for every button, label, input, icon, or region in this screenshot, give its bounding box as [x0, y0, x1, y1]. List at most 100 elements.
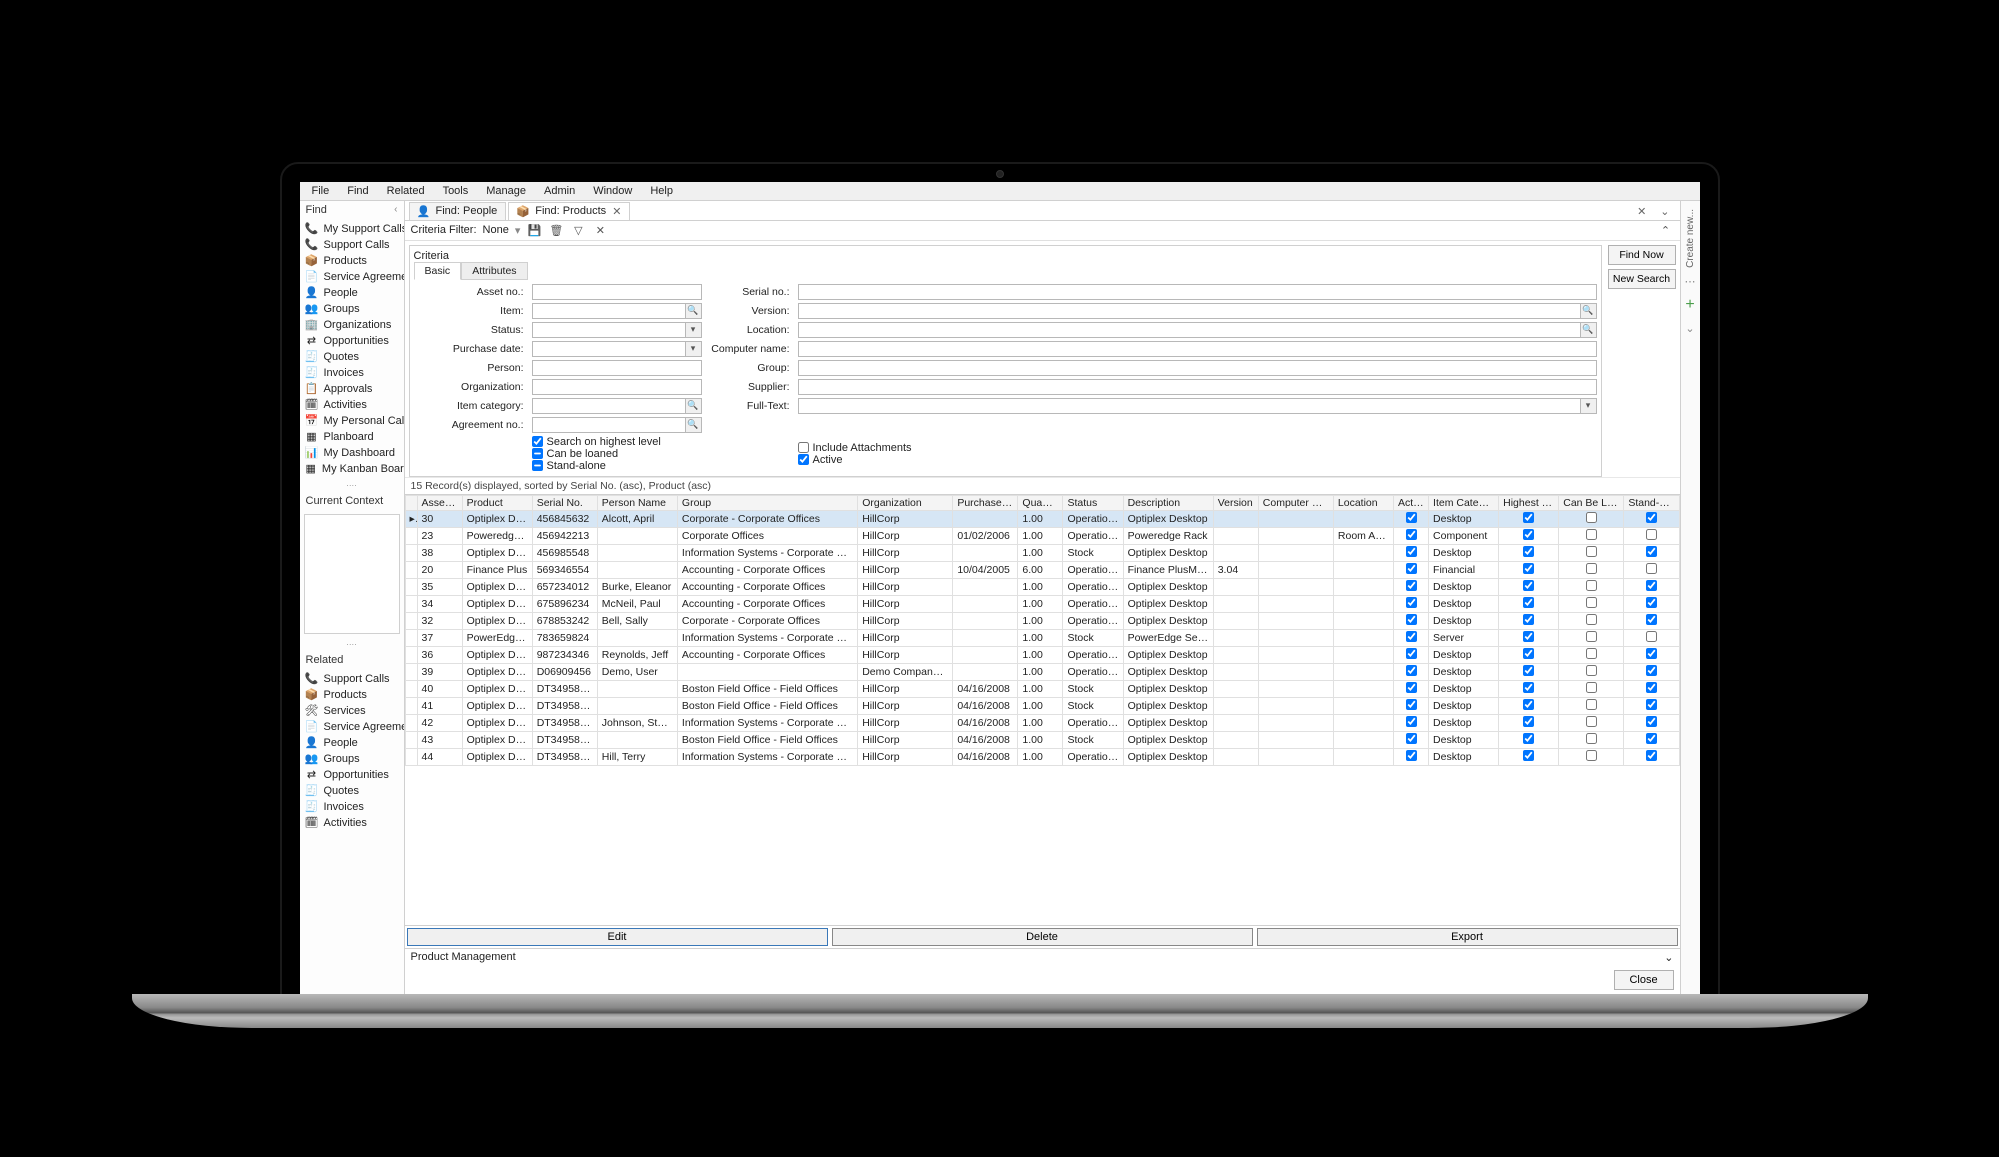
- find-item-my-dashboard[interactable]: 📊My Dashboard: [300, 445, 404, 461]
- active-checkbox[interactable]: [1406, 665, 1417, 676]
- can-be-loaned-checkbox[interactable]: [1586, 631, 1597, 642]
- find-item-organizations[interactable]: 🏢Organizations: [300, 317, 404, 333]
- stand-alone-checkbox[interactable]: [1646, 614, 1657, 625]
- col-header[interactable]: Stand-alone: [1624, 495, 1679, 510]
- stand-alone-checkbox[interactable]: [1646, 529, 1657, 540]
- find-item-activities[interactable]: 🗓Activities: [300, 397, 404, 413]
- highest-level-checkbox[interactable]: [1523, 529, 1534, 540]
- stand-alone-checkbox[interactable]: [1646, 512, 1657, 523]
- table-row[interactable]: ▸30Optiplex Desk456845632Alcott, AprilCo…: [405, 510, 1679, 527]
- export-button[interactable]: Export: [1257, 928, 1678, 946]
- find-item-planboard[interactable]: ▦Planboard: [300, 429, 404, 445]
- dropdown-icon[interactable]: ▾: [1581, 398, 1597, 414]
- table-row[interactable]: 36Optiplex Desk987234346Reynolds, JeffAc…: [405, 646, 1679, 663]
- active-checkbox[interactable]: [1406, 563, 1417, 574]
- criteria-filter-value[interactable]: None: [483, 224, 509, 236]
- collapse-icon[interactable]: ‹: [394, 204, 397, 215]
- highest-level-checkbox[interactable]: [1523, 614, 1534, 625]
- check-loaned[interactable]: Can be loaned: [532, 448, 702, 460]
- highest-level-checkbox[interactable]: [1523, 699, 1534, 710]
- table-row[interactable]: 35Optiplex Desk657234012Burke, EleanorAc…: [405, 578, 1679, 595]
- find-item-opportunities[interactable]: ⇄Opportunities: [300, 333, 404, 349]
- related-item-people[interactable]: 👤People: [300, 735, 404, 751]
- expand-icon[interactable]: ⌄: [1664, 951, 1673, 964]
- table-row[interactable]: 40Optiplex DeskDT34958734Boston Field Of…: [405, 680, 1679, 697]
- find-item-groups[interactable]: 👥Groups: [300, 301, 404, 317]
- create-new-label[interactable]: Create new...: [1685, 209, 1696, 268]
- save-icon[interactable]: 💾: [526, 222, 542, 238]
- active-checkbox[interactable]: [1406, 750, 1417, 761]
- col-header[interactable]: Description: [1123, 495, 1213, 510]
- lookup-icon[interactable]: 🔍: [686, 303, 702, 319]
- related-item-invoices[interactable]: 🧾Invoices: [300, 799, 404, 815]
- related-item-activities[interactable]: 🗓Activities: [300, 815, 404, 831]
- stand-alone-checkbox[interactable]: [1646, 648, 1657, 659]
- table-row[interactable]: 20Finance Plus569346554Accounting - Corp…: [405, 561, 1679, 578]
- edit-button[interactable]: Edit: [407, 928, 828, 946]
- related-item-quotes[interactable]: 🧾Quotes: [300, 783, 404, 799]
- highest-level-checkbox[interactable]: [1523, 682, 1534, 693]
- check-attach[interactable]: Include Attachments: [798, 442, 1597, 454]
- input-agreement-no[interactable]: [532, 417, 686, 433]
- can-be-loaned-checkbox[interactable]: [1586, 665, 1597, 676]
- chevron-down-icon[interactable]: ⌄: [1685, 322, 1694, 335]
- stand-alone-checkbox[interactable]: [1646, 665, 1657, 676]
- results-grid[interactable]: Asset No.ProductSerial No.Person NameGro…: [405, 494, 1680, 925]
- input-asset-no[interactable]: [532, 284, 702, 300]
- menu-related[interactable]: Related: [379, 183, 433, 199]
- chevron-down-icon[interactable]: ⌄: [1654, 203, 1675, 220]
- find-item-my-support-calls[interactable]: 📞My Support Calls: [300, 221, 404, 237]
- input-status[interactable]: [532, 322, 686, 338]
- stand-alone-checkbox[interactable]: [1646, 733, 1657, 744]
- table-row[interactable]: 37PowerEdge S783659824Information System…: [405, 629, 1679, 646]
- highest-level-checkbox[interactable]: [1523, 546, 1534, 557]
- col-header[interactable]: Computer Name: [1258, 495, 1333, 510]
- stand-alone-checkbox[interactable]: [1646, 682, 1657, 693]
- highest-level-checkbox[interactable]: [1523, 716, 1534, 727]
- stand-alone-checkbox[interactable]: [1646, 631, 1657, 642]
- can-be-loaned-checkbox[interactable]: [1586, 529, 1597, 540]
- funnel-icon[interactable]: ▽: [570, 222, 586, 238]
- menu-help[interactable]: Help: [642, 183, 681, 199]
- input-purchase-date[interactable]: [532, 341, 686, 357]
- criteria-tab-attributes[interactable]: Attributes: [461, 262, 527, 280]
- input-serial-no[interactable]: [798, 284, 1597, 300]
- delete-button[interactable]: Delete: [832, 928, 1253, 946]
- col-header[interactable]: Can Be Loaned: [1559, 495, 1624, 510]
- table-row[interactable]: 23Poweredge R456942213Corporate OfficesH…: [405, 527, 1679, 544]
- find-now-button[interactable]: Find Now: [1608, 245, 1676, 265]
- stand-alone-checkbox[interactable]: [1646, 597, 1657, 608]
- related-item-support-calls[interactable]: 📞Support Calls: [300, 671, 404, 687]
- menu-file[interactable]: File: [304, 183, 338, 199]
- table-row[interactable]: 44Optiplex DeskDT34958738Hill, TerryInfo…: [405, 748, 1679, 765]
- col-header[interactable]: Version: [1213, 495, 1258, 510]
- related-item-groups[interactable]: 👥Groups: [300, 751, 404, 767]
- stand-alone-checkbox[interactable]: [1646, 699, 1657, 710]
- find-item-approvals[interactable]: 📋Approvals: [300, 381, 404, 397]
- criteria-tab-basic[interactable]: Basic: [414, 262, 462, 280]
- stand-alone-checkbox[interactable]: [1646, 580, 1657, 591]
- col-header[interactable]: Serial No.: [532, 495, 597, 510]
- input-location[interactable]: [798, 322, 1581, 338]
- col-header[interactable]: Purchase Date: [953, 495, 1018, 510]
- check-standalone[interactable]: Stand-alone: [532, 460, 702, 472]
- table-row[interactable]: 41Optiplex DeskDT34958735Boston Field Of…: [405, 697, 1679, 714]
- stand-alone-checkbox[interactable]: [1646, 546, 1657, 557]
- input-item[interactable]: [532, 303, 686, 319]
- col-header[interactable]: Location: [1333, 495, 1393, 510]
- highest-level-checkbox[interactable]: [1523, 580, 1534, 591]
- menu-window[interactable]: Window: [585, 183, 640, 199]
- related-item-service-agreements[interactable]: 📄Service Agreements: [300, 719, 404, 735]
- find-item-invoices[interactable]: 🧾Invoices: [300, 365, 404, 381]
- related-item-opportunities[interactable]: ⇄Opportunities: [300, 767, 404, 783]
- input-item-category[interactable]: [532, 398, 686, 414]
- find-item-my-personal-calendar[interactable]: 📅My Personal Calendar: [300, 413, 404, 429]
- plus-icon[interactable]: +: [1685, 296, 1694, 314]
- active-checkbox[interactable]: [1406, 682, 1417, 693]
- col-header[interactable]: Asset No.: [417, 495, 462, 510]
- table-row[interactable]: 34Optiplex Desk675896234McNeil, PaulAcco…: [405, 595, 1679, 612]
- find-item-service-agreements[interactable]: 📄Service Agreements: [300, 269, 404, 285]
- active-checkbox[interactable]: [1406, 699, 1417, 710]
- find-item-my-kanban-board[interactable]: ▦My Kanban Board: [300, 461, 404, 477]
- active-checkbox[interactable]: [1406, 580, 1417, 591]
